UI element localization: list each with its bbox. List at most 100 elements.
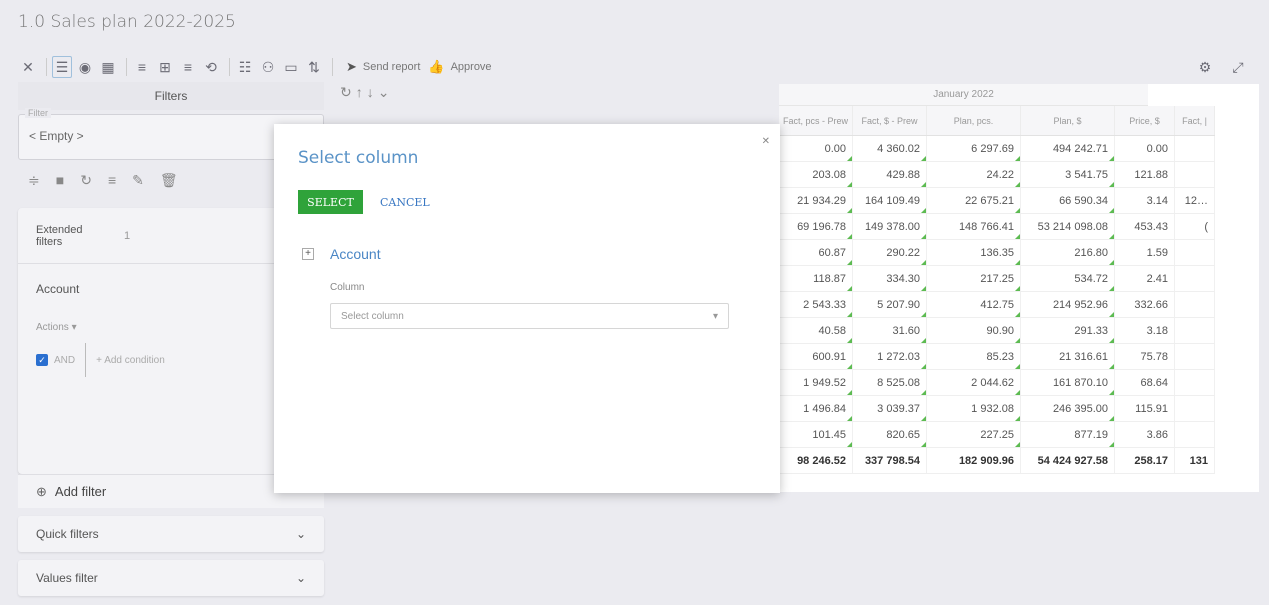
table-cell[interactable]: 21 934.29 xyxy=(779,188,853,213)
table-cell[interactable]: 877.19 xyxy=(1021,422,1115,447)
sort-arrows-icon[interactable]: ⇅ xyxy=(304,56,324,78)
table-cell[interactable]: 820.65 xyxy=(853,422,927,447)
table-cell[interactable] xyxy=(1175,240,1215,265)
table-cell[interactable]: 1 496.84 xyxy=(779,396,853,421)
column-header[interactable]: Plan, pcs. xyxy=(927,106,1021,135)
cancel-button[interactable]: CANCEL xyxy=(380,190,430,214)
table-cell[interactable]: 164 109.49 xyxy=(853,188,927,213)
table-cell[interactable]: 217.25 xyxy=(927,266,1021,291)
trash-icon[interactable]: 🗑 xyxy=(160,172,178,189)
close-icon[interactable]: ✕ xyxy=(762,136,770,147)
table-cell[interactable]: 12… xyxy=(1175,188,1215,213)
add-condition-button[interactable]: + Add condition xyxy=(96,355,165,366)
gear-icon[interactable]: ⚙ xyxy=(1195,56,1215,78)
calendar-icon[interactable]: ▭ xyxy=(281,56,301,78)
send-report-button[interactable]: ➤ Send report xyxy=(346,59,420,75)
expand-icon[interactable]: ⤢ xyxy=(1228,56,1248,78)
column-header[interactable]: Fact, pcs - Prew xyxy=(779,106,853,135)
chevron-down-icon[interactable]: ⌄ xyxy=(378,84,394,100)
table-cell[interactable]: 98 246.52 xyxy=(779,448,853,473)
table-cell[interactable]: 3.18 xyxy=(1115,318,1175,343)
table-cell[interactable]: 337 798.54 xyxy=(853,448,927,473)
refresh-icon[interactable]: ↻ xyxy=(80,172,92,189)
close-icon[interactable]: ✕ xyxy=(18,56,38,78)
table-cell[interactable]: 136.35 xyxy=(927,240,1021,265)
table-cell[interactable]: 2 543.33 xyxy=(779,292,853,317)
table-cell[interactable]: 69 196.78 xyxy=(779,214,853,239)
table-icon[interactable]: ⊞ xyxy=(155,56,175,78)
table-cell[interactable]: 54 424 927.58 xyxy=(1021,448,1115,473)
table-cell[interactable]: 60.87 xyxy=(779,240,853,265)
table-cell[interactable]: 429.88 xyxy=(853,162,927,187)
table-cell[interactable]: 21 316.61 xyxy=(1021,344,1115,369)
table-cell[interactable]: 90.90 xyxy=(927,318,1021,343)
column-header[interactable]: Fact, | xyxy=(1175,106,1215,135)
palette-icon[interactable]: ◉ xyxy=(75,56,95,78)
approve-button[interactable]: 👍 Approve xyxy=(428,59,491,75)
table-cell[interactable]: 3.86 xyxy=(1115,422,1175,447)
table-cell[interactable]: 494 242.71 xyxy=(1021,136,1115,161)
table-cell[interactable]: 115.91 xyxy=(1115,396,1175,421)
table-cell[interactable]: 3 541.75 xyxy=(1021,162,1115,187)
table-cell[interactable]: 182 909.96 xyxy=(927,448,1021,473)
table-cell[interactable]: ( xyxy=(1175,214,1215,239)
table-cell[interactable]: 121.88 xyxy=(1115,162,1175,187)
history-icon[interactable]: ⟲ xyxy=(201,56,221,78)
rows-icon[interactable]: ≡ xyxy=(132,56,152,78)
table-cell[interactable]: 161 870.10 xyxy=(1021,370,1115,395)
table-cell[interactable] xyxy=(1175,422,1215,447)
table-cell[interactable] xyxy=(1175,396,1215,421)
and-checkbox[interactable]: ✓ xyxy=(36,354,48,366)
table-cell[interactable]: 227.25 xyxy=(927,422,1021,447)
table-cell[interactable]: 75.78 xyxy=(1115,344,1175,369)
table-cell[interactable]: 246 395.00 xyxy=(1021,396,1115,421)
table-cell[interactable]: 5 207.90 xyxy=(853,292,927,317)
table-cell[interactable]: 3.14 xyxy=(1115,188,1175,213)
list-icon[interactable]: ☷ xyxy=(235,56,255,78)
select-button[interactable]: SELECT xyxy=(298,190,363,214)
table-cell[interactable]: 1 932.08 xyxy=(927,396,1021,421)
table-cell[interactable]: 31.60 xyxy=(853,318,927,343)
table-cell[interactable]: 8 525.08 xyxy=(853,370,927,395)
values-filter-section[interactable]: Values filter ⌄ xyxy=(18,560,324,596)
table-cell[interactable]: 3 039.37 xyxy=(853,396,927,421)
table-cell[interactable]: 22 675.21 xyxy=(927,188,1021,213)
table-cell[interactable]: 149 378.00 xyxy=(853,214,927,239)
table-cell[interactable]: 0.00 xyxy=(779,136,853,161)
table-cell[interactable]: 1 949.52 xyxy=(779,370,853,395)
list-icon[interactable]: ≡ xyxy=(108,172,116,188)
table-cell[interactable]: 66 590.34 xyxy=(1021,188,1115,213)
table-cell[interactable]: 216.80 xyxy=(1021,240,1115,265)
column-header[interactable]: Price, $ xyxy=(1115,106,1175,135)
table-cell[interactable]: 1.59 xyxy=(1115,240,1175,265)
rotate-icon[interactable]: ↻ xyxy=(340,84,356,100)
column-header[interactable]: Fact, $ - Prew xyxy=(853,106,927,135)
table-cell[interactable]: 2 044.62 xyxy=(927,370,1021,395)
save-icon[interactable]: ■ xyxy=(56,172,64,188)
table-cell[interactable]: 290.22 xyxy=(853,240,927,265)
table-cell[interactable]: 214 952.96 xyxy=(1021,292,1115,317)
table-cell[interactable]: 258.17 xyxy=(1115,448,1175,473)
table-cell[interactable]: 2.41 xyxy=(1115,266,1175,291)
add-rows-icon[interactable]: ≡ xyxy=(178,56,198,78)
table-cell[interactable] xyxy=(1175,370,1215,395)
table-cell[interactable]: 600.91 xyxy=(779,344,853,369)
table-cell[interactable]: 534.72 xyxy=(1021,266,1115,291)
layout-icon[interactable]: ▦ xyxy=(98,56,118,78)
table-cell[interactable] xyxy=(1175,162,1215,187)
table-cell[interactable]: 6 297.69 xyxy=(927,136,1021,161)
table-cell[interactable]: 118.87 xyxy=(779,266,853,291)
table-cell[interactable]: 148 766.41 xyxy=(927,214,1021,239)
table-cell[interactable]: 24.22 xyxy=(927,162,1021,187)
edit-icon[interactable]: ✎ xyxy=(132,172,144,189)
filter-icon[interactable]: ≑ xyxy=(28,172,40,189)
table-cell[interactable]: 1 272.03 xyxy=(853,344,927,369)
quick-filters-section[interactable]: Quick filters ⌄ xyxy=(18,516,324,552)
table-cell[interactable]: 453.43 xyxy=(1115,214,1175,239)
table-cell[interactable]: 332.66 xyxy=(1115,292,1175,317)
account-group-label[interactable]: Account xyxy=(330,246,381,262)
table-cell[interactable] xyxy=(1175,292,1215,317)
column-select[interactable]: Select column ▾ xyxy=(330,303,729,329)
column-header[interactable]: Plan, $ xyxy=(1021,106,1115,135)
table-cell[interactable]: 53 214 098.08 xyxy=(1021,214,1115,239)
